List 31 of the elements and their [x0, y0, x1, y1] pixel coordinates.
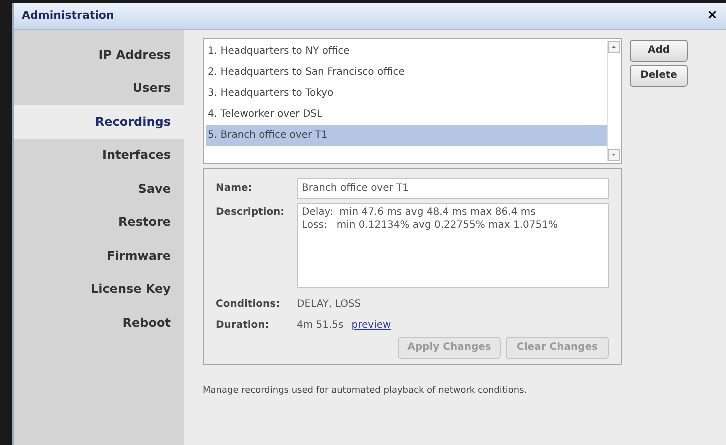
- duration-value: 4m 51.5s: [297, 318, 344, 332]
- close-button[interactable]: ×: [707, 6, 718, 26]
- action-button[interactable]: Delete: [630, 65, 688, 87]
- sidebar-item[interactable]: Save: [14, 172, 184, 206]
- sidebar-item[interactable]: Interfaces: [14, 138, 184, 172]
- sidebar-item[interactable]: Users: [14, 72, 184, 105]
- sidebar-item[interactable]: Firmware: [14, 239, 184, 272]
- list-item[interactable]: 1. Headquarters to NY office: [206, 41, 607, 62]
- description-field[interactable]: Delay: min 47.6 ms avg 48.4 ms max 86.4 ms Loss: min 0.12134% avg 0.22755% max 1.0751%: [297, 203, 609, 288]
- field-label: Description:: [216, 206, 286, 220]
- sidebar-item[interactable]: License Key: [14, 272, 184, 306]
- field-label: Name:: [216, 182, 254, 196]
- list-item[interactable]: 2. Headquarters to San Francisco office: [206, 62, 607, 83]
- field-label: Duration:: [216, 318, 270, 332]
- sidebar-item[interactable]: IP Address: [14, 38, 184, 72]
- conditions-value: DELAY, LOSS: [297, 298, 362, 312]
- scroll-down-icon[interactable]: [608, 149, 620, 161]
- list-item[interactable]: 3. Headquarters to Tokyo: [206, 83, 607, 104]
- help-text: Manage recordings used for automated playback of network conditions.: [203, 385, 528, 398]
- list-item[interactable]: 5. Branch office over T1: [206, 125, 607, 146]
- preview-link[interactable]: preview: [352, 318, 392, 332]
- scroll-up-icon[interactable]: [608, 41, 620, 53]
- sidebar-item[interactable]: Restore: [14, 206, 184, 239]
- window-title: Administration: [22, 8, 114, 24]
- sidebar-item[interactable]: Recordings: [14, 105, 184, 138]
- name-field[interactable]: Branch office over T1: [297, 178, 609, 198]
- sidebar-item[interactable]: Reboot: [14, 306, 184, 340]
- list-item[interactable]: 4. Teleworker over DSL: [206, 104, 607, 125]
- action-button[interactable]: Add: [630, 40, 688, 62]
- scrollbar[interactable]: [607, 41, 619, 161]
- field-label: Conditions:: [216, 298, 282, 312]
